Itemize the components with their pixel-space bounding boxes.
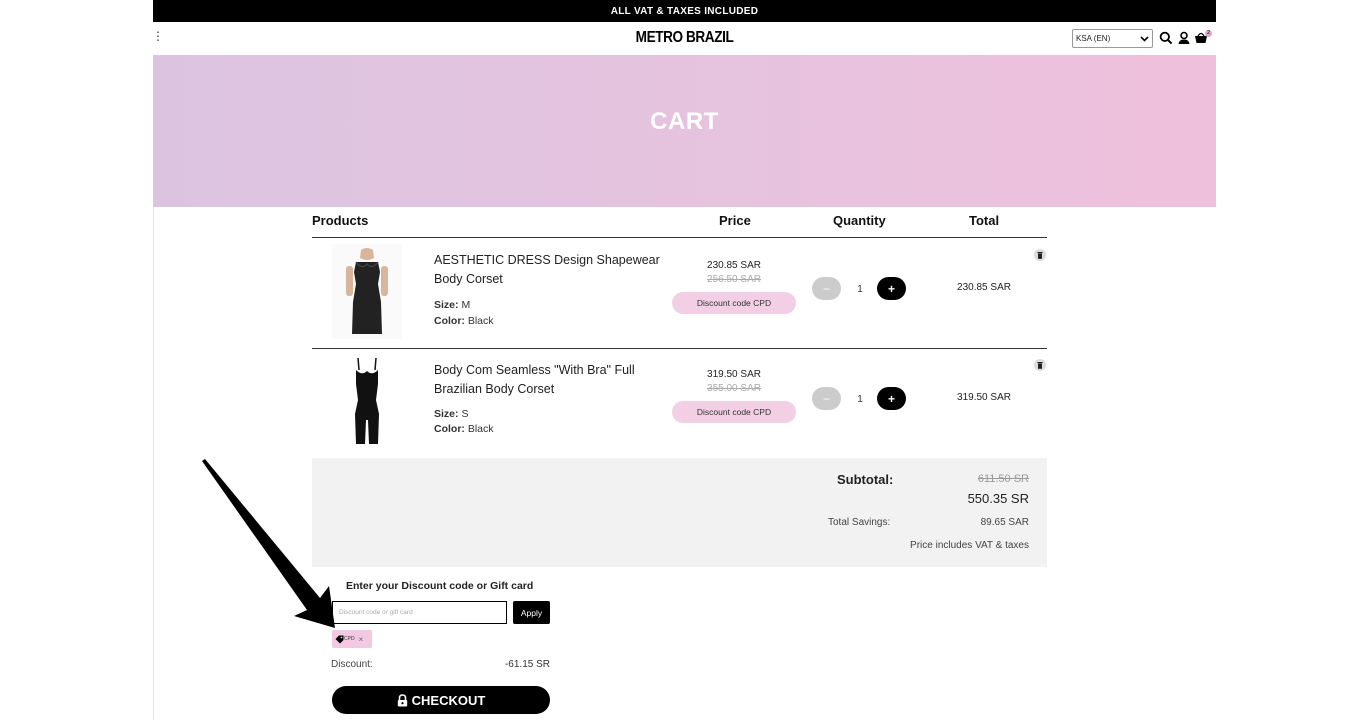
discount-section-title: Enter your Discount code or Gift card — [346, 580, 534, 592]
announcement-bar: ALL VAT & TAXES INCLUDED — [153, 0, 1216, 22]
country-select-value: KSA (EN) — [1076, 34, 1111, 43]
discount-code-badge: Discount code CPD — [672, 292, 796, 314]
product-size: Size: S — [434, 408, 468, 420]
size-label: Size: — [434, 299, 459, 311]
remove-code-icon[interactable]: × — [359, 635, 364, 644]
subtotal-label: Subtotal: — [837, 472, 894, 487]
total-savings-label: Total Savings: — [828, 517, 891, 528]
subtotal-original: 611.50 SR — [977, 473, 1029, 485]
discount-code-input[interactable]: Discount code or gift card — [332, 601, 507, 624]
price-original: 355.00 SAR — [707, 383, 761, 394]
remove-item-button[interactable] — [1034, 359, 1046, 371]
apply-discount-button[interactable]: Apply — [513, 601, 550, 624]
applied-code-text: CPD — [344, 636, 355, 642]
total-savings-value: 89.65 SAR — [980, 517, 1029, 528]
annotation-arrow-icon — [202, 459, 335, 628]
trash-icon — [1037, 251, 1043, 259]
lock-icon — [397, 693, 407, 706]
quantity-increase-button[interactable]: + — [877, 277, 906, 300]
trash-icon — [1037, 361, 1043, 369]
discount-label: Discount: — [331, 659, 373, 670]
announcement-text: ALL VAT & TAXES INCLUDED — [610, 5, 759, 17]
cart-count-badge: 2 — [1205, 30, 1212, 37]
price-current: 319.50 SAR — [707, 369, 761, 380]
color-value: Black — [467, 423, 494, 435]
site-header: ⋮ METRO BRAZIL KSA (EN) 2 — [152, 22, 1216, 55]
color-label: Color: — [434, 315, 465, 327]
size-value: M — [461, 299, 471, 311]
subtotal-discounted: 550.35 SR — [967, 491, 1029, 506]
cart-item-row: Body Com Seamless "With Bra" Full Brazil… — [312, 349, 1047, 459]
size-label: Size: — [434, 408, 459, 420]
page-title: CART — [650, 108, 719, 135]
quantity-increase-button[interactable]: + — [877, 387, 906, 410]
content-border — [153, 207, 154, 720]
color-value: Black — [467, 315, 494, 327]
quantity-value[interactable]: 1 — [850, 394, 870, 405]
price-original: 256.50 SAR — [707, 274, 761, 285]
tag-icon — [335, 635, 344, 643]
product-image[interactable] — [332, 354, 402, 449]
user-icon[interactable] — [1177, 31, 1191, 45]
checkout-label: CHECKOUT — [411, 692, 486, 708]
size-value: S — [461, 408, 469, 420]
table-divider — [312, 237, 1047, 238]
price-current: 230.85 SAR — [707, 260, 761, 271]
vat-note: Price includes VAT & taxes — [910, 540, 1029, 551]
discount-value: -61.15 SR — [504, 659, 550, 670]
color-label: Color: — [434, 423, 465, 435]
discount-code-badge: Discount code CPD — [672, 401, 796, 423]
cart-hero-banner: CART — [153, 55, 1216, 207]
site-logo[interactable]: METRO BRAZIL — [233, 29, 1137, 47]
remove-item-button[interactable] — [1034, 249, 1046, 261]
column-header-products: Products — [312, 213, 369, 228]
search-icon[interactable] — [1159, 31, 1173, 45]
column-header-price: Price — [719, 213, 751, 228]
line-total: 319.50 SAR — [957, 392, 1011, 403]
product-image[interactable] — [332, 244, 402, 339]
line-total: 230.85 SAR — [957, 282, 1011, 293]
quantity-decrease-button[interactable]: − — [812, 387, 841, 410]
product-color: Color: Black — [434, 315, 494, 327]
product-size: Size: M — [434, 299, 470, 311]
order-summary: Subtotal: 611.50 SR 550.35 SR Total Savi… — [312, 458, 1047, 567]
column-header-quantity: Quantity — [833, 213, 886, 228]
product-name[interactable]: Body Com Seamless "With Bra" Full Brazil… — [434, 361, 666, 399]
cart-item-row: AESTHETIC DRESS Design Shapewear Body Co… — [312, 239, 1047, 349]
quantity-value[interactable]: 1 — [850, 284, 870, 295]
column-header-total: Total — [969, 213, 1000, 228]
product-color: Color: Black — [434, 423, 494, 435]
menu-icon[interactable]: ⋮ — [152, 30, 164, 42]
chevron-down-icon — [1140, 35, 1149, 42]
checkout-button[interactable]: CHECKOUT — [332, 686, 550, 714]
quantity-decrease-button[interactable]: − — [812, 277, 841, 300]
country-language-select[interactable]: KSA (EN) — [1072, 29, 1153, 48]
product-name[interactable]: AESTHETIC DRESS Design Shapewear Body Co… — [434, 251, 666, 289]
